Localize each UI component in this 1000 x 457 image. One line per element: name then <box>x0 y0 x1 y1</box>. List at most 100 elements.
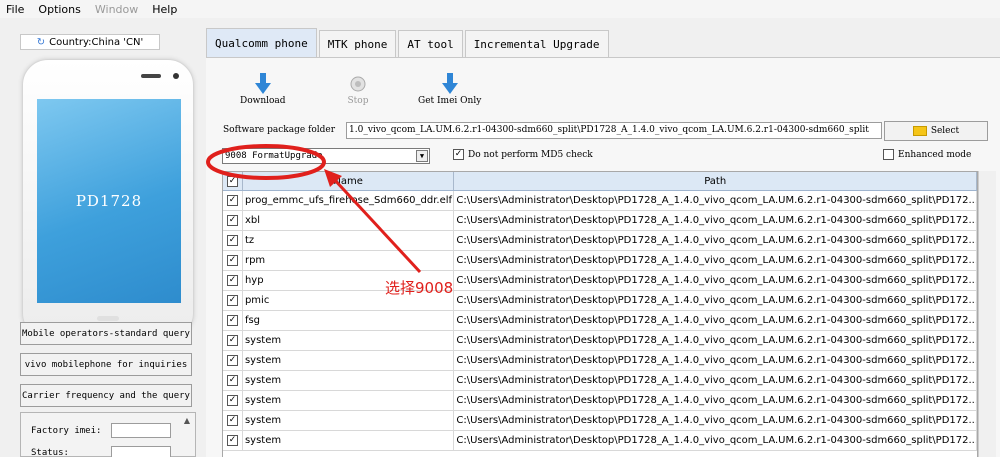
column-path[interactable]: Path <box>454 172 977 190</box>
row-check-cell[interactable]: ✓ <box>223 271 243 290</box>
row-checkbox[interactable]: ✓ <box>226 375 238 386</box>
row-path: C:\Users\Administrator\Desktop\PD1728_A_… <box>454 211 977 230</box>
row-path: C:\Users\Administrator\Desktop\PD1728_A_… <box>454 251 977 270</box>
vivo-inquiries-button[interactable]: vivo mobilephone for inquiries <box>20 353 192 376</box>
no-md5-checkbox[interactable]: ✓ <box>453 149 464 160</box>
row-checkbox[interactable]: ✓ <box>226 275 238 286</box>
table-row[interactable]: ✓ system C:\Users\Administrator\Desktop\PD… <box>223 351 977 371</box>
tab-incremental-upgrade[interactable]: Incremental Upgrade <box>464 30 609 57</box>
table-row[interactable]: ✓ xbl C:\Users\Administrator\Desktop\PD172… <box>223 211 977 231</box>
row-check-cell[interactable]: ✓ <box>223 331 243 350</box>
tab-mtk-phone[interactable]: MTK phone <box>318 30 397 57</box>
row-check-cell[interactable]: ✓ <box>223 311 243 330</box>
row-check-cell[interactable]: ✓ <box>223 251 243 270</box>
row-check-cell[interactable]: ✓ <box>223 351 243 370</box>
enhanced-mode-checkbox[interactable] <box>883 149 894 160</box>
row-checkbox[interactable]: ✓ <box>226 255 238 266</box>
chevron-down-icon[interactable]: ▼ <box>416 150 428 162</box>
country-label: ↻ Country:China 'CN' <box>20 34 160 50</box>
no-md5-label: Do not perform MD5 check <box>468 149 593 160</box>
table-row[interactable]: ✓ system C:\Users\Administrator\Desktop\PD… <box>223 391 977 411</box>
row-check-cell[interactable]: ✓ <box>223 371 243 390</box>
mobile-operators-button[interactable]: Mobile operators-standard query <box>20 322 192 345</box>
left-panel: ↻ Country:China 'CN' PD1728 Mobile opera… <box>18 34 198 457</box>
row-name: rpm <box>243 251 455 270</box>
stop-button[interactable]: Stop <box>346 72 370 106</box>
menu-options[interactable]: Options <box>38 3 80 16</box>
table-row[interactable]: ✓ hyp C:\Users\Administrator\Desktop\PD172… <box>223 271 977 291</box>
phone-speaker <box>141 74 161 78</box>
select-all-checkbox[interactable]: ✓ <box>226 175 238 187</box>
row-path: C:\Users\Administrator\Desktop\PD1728_A_… <box>454 391 977 410</box>
table-row[interactable]: ✓ system C:\Users\Administrator\Desktop\PD… <box>223 331 977 351</box>
menu-bar: File Options Window Help <box>0 0 1000 18</box>
row-name: system <box>243 371 455 390</box>
folder-icon <box>912 126 927 136</box>
table-row[interactable]: ✓ system C:\Users\Administrator\Desktop\PD… <box>223 431 977 451</box>
row-checkbox[interactable]: ✓ <box>226 235 238 246</box>
country-text: Country:China 'CN' <box>49 36 144 48</box>
menu-window[interactable]: Window <box>95 3 138 16</box>
table-row[interactable]: ✓ tz C:\Users\Administrator\Desktop\PD1728… <box>223 231 977 251</box>
row-check-cell[interactable]: ✓ <box>223 191 243 210</box>
get-imei-button[interactable]: Get Imei Only <box>418 72 481 106</box>
row-checkbox[interactable]: ✓ <box>226 395 238 406</box>
phone-image: PD1728 <box>22 59 194 339</box>
table-row[interactable]: ✓ pmic C:\Users\Administrator\Desktop\PD17… <box>223 291 977 311</box>
tab-at-tool[interactable]: AT tool <box>398 30 463 57</box>
no-md5-check-option[interactable]: ✓ Do not perform MD5 check <box>453 149 593 160</box>
row-checkbox[interactable]: ✓ <box>226 315 238 326</box>
column-name[interactable]: Name <box>243 172 455 190</box>
qualcomm-panel: Download Stop Get Imei Only Software pac… <box>206 57 1000 457</box>
upgrade-mode-select[interactable]: 9008 FormatUpgrade ▼ <box>222 148 430 164</box>
row-check-cell[interactable]: ✓ <box>223 231 243 250</box>
stop-label: Stop <box>347 96 369 106</box>
row-path: C:\Users\Administrator\Desktop\PD1728_A_… <box>454 411 977 430</box>
row-checkbox[interactable]: ✓ <box>226 195 238 206</box>
phone-screen: PD1728 <box>37 99 181 303</box>
row-check-cell[interactable]: ✓ <box>223 411 243 430</box>
menu-file[interactable]: File <box>6 3 24 16</box>
row-checkbox[interactable]: ✓ <box>226 335 238 346</box>
table-row[interactable]: ✓ prog_emmc_ufs_firehose_Sdm660_ddr.elf C:… <box>223 191 977 211</box>
row-path: C:\Users\Administrator\Desktop\PD1728_A_… <box>454 191 977 210</box>
row-checkbox[interactable]: ✓ <box>226 415 238 426</box>
phone-model-label: PD1728 <box>75 192 143 210</box>
info-scrollbar[interactable]: ▲ <box>181 416 193 456</box>
row-check-cell[interactable]: ✓ <box>223 431 243 450</box>
down-arrow-icon <box>251 72 275 96</box>
menu-help[interactable]: Help <box>152 3 177 16</box>
status-field[interactable] <box>111 446 171 457</box>
refresh-icon: ↻ <box>36 36 46 48</box>
row-path: C:\Users\Administrator\Desktop\PD1728_A_… <box>454 231 977 250</box>
select-all-cell[interactable]: ✓ <box>223 172 243 190</box>
factory-imei-field[interactable] <box>111 423 171 438</box>
row-name: tz <box>243 231 455 250</box>
row-name: system <box>243 411 455 430</box>
row-checkbox[interactable]: ✓ <box>226 215 238 226</box>
select-button[interactable]: Select <box>884 121 988 141</box>
status-label: Status: <box>31 448 69 457</box>
table-row[interactable]: ✓ system C:\Users\Administrator\Desktop\PD… <box>223 411 977 431</box>
row-checkbox[interactable]: ✓ <box>226 355 238 366</box>
table-scrollbar[interactable] <box>978 171 996 457</box>
enhanced-mode-option[interactable]: Enhanced mode <box>883 149 971 160</box>
stop-icon <box>346 72 370 96</box>
row-name: system <box>243 391 455 410</box>
table-row[interactable]: ✓ fsg C:\Users\Administrator\Desktop\PD172… <box>223 311 977 331</box>
row-check-cell[interactable]: ✓ <box>223 391 243 410</box>
row-path: C:\Users\Administrator\Desktop\PD1728_A_… <box>454 431 977 450</box>
scroll-up-icon[interactable]: ▲ <box>181 416 193 425</box>
carrier-frequency-button[interactable]: Carrier frequency and the query <box>20 384 192 407</box>
tab-qualcomm-phone[interactable]: Qualcomm phone <box>206 28 317 57</box>
table-row[interactable]: ✓ system C:\Users\Administrator\Desktop\PD… <box>223 371 977 391</box>
row-check-cell[interactable]: ✓ <box>223 211 243 230</box>
row-checkbox[interactable]: ✓ <box>226 295 238 306</box>
row-checkbox[interactable]: ✓ <box>226 435 238 446</box>
package-folder-input[interactable]: 1.0_vivo_qcom_LA.UM.6.2.r1-04300-sdm660_… <box>346 122 882 139</box>
get-imei-label: Get Imei Only <box>418 96 482 106</box>
table-row[interactable]: ✓ rpm C:\Users\Administrator\Desktop\PD172… <box>223 251 977 271</box>
download-button[interactable]: Download <box>240 72 286 106</box>
row-check-cell[interactable]: ✓ <box>223 291 243 310</box>
file-table: ✓ Name Path ✓ prog_emmc_ufs_firehose_Sdm6… <box>222 171 978 457</box>
